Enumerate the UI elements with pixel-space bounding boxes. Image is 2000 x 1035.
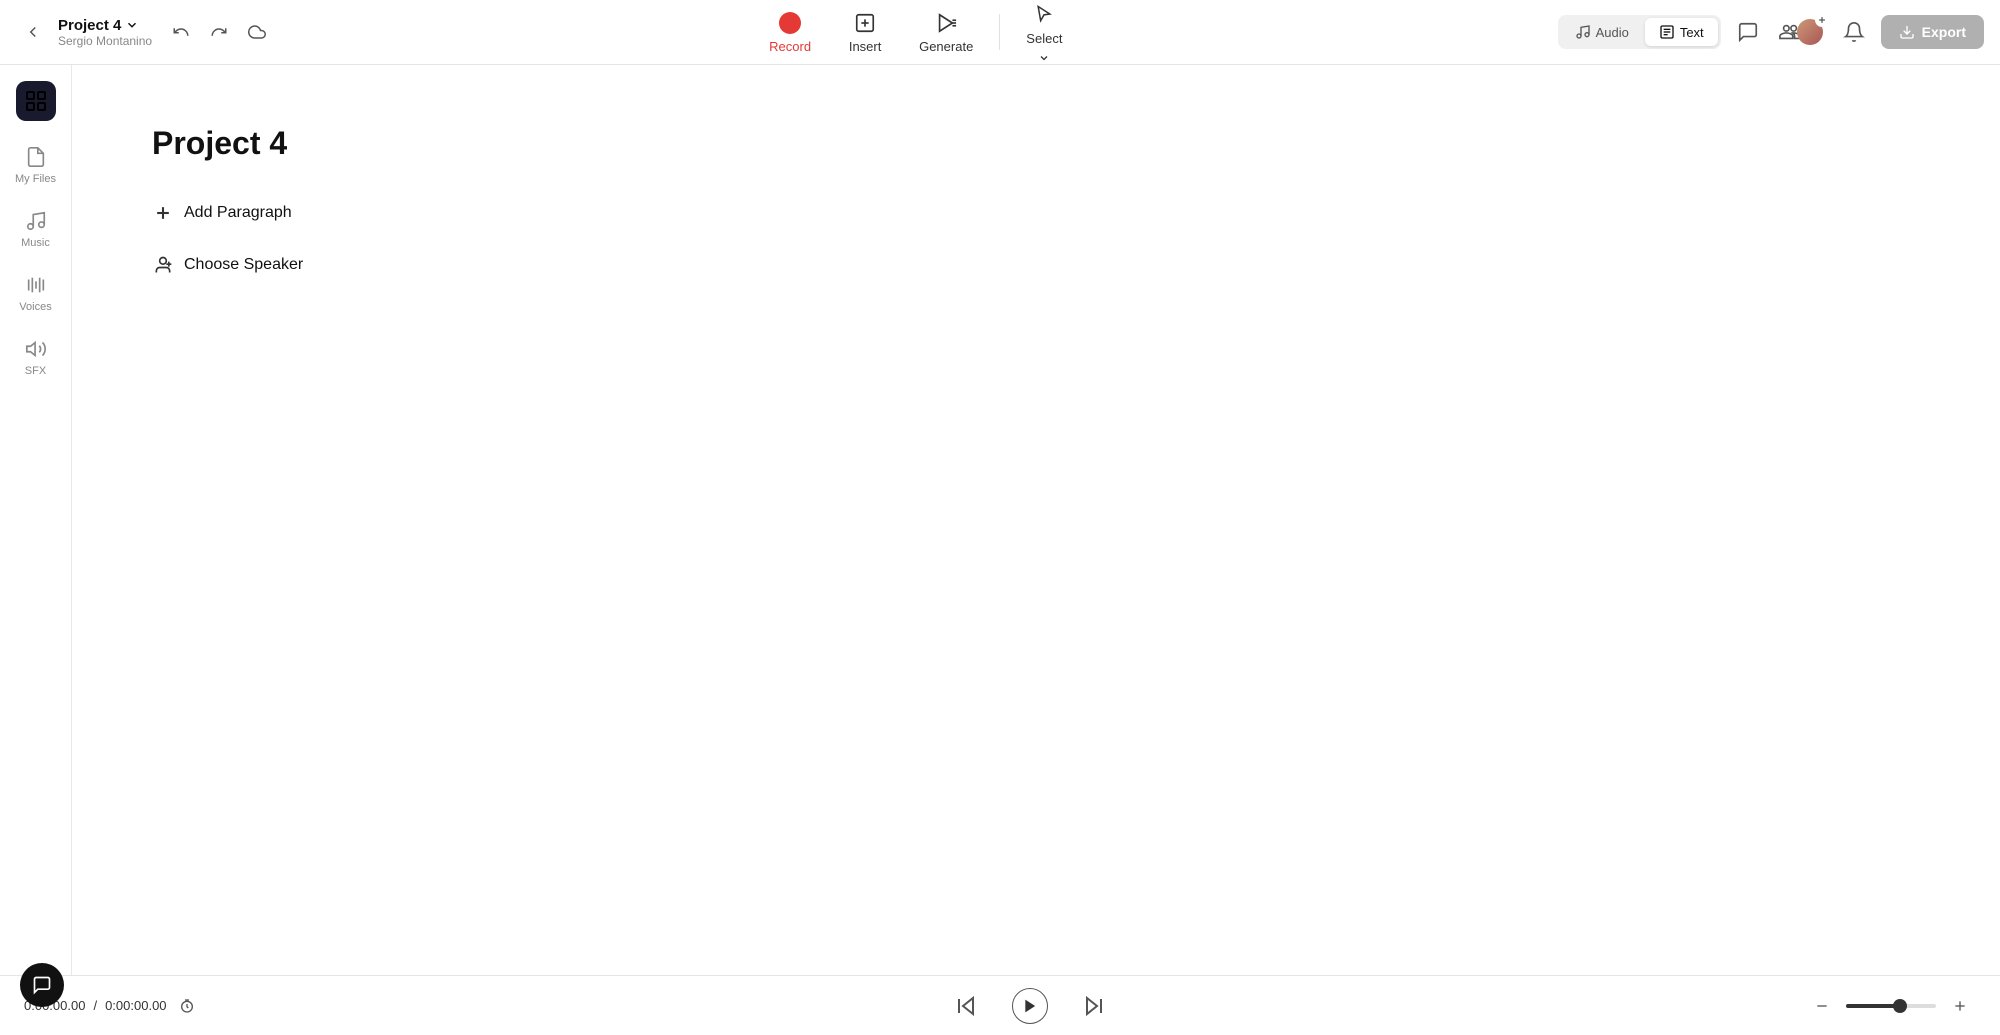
music-icon	[24, 209, 48, 233]
play-button[interactable]	[1012, 988, 1048, 1024]
total-time: 0:00:00.00	[105, 998, 166, 1013]
rewind-button[interactable]	[948, 988, 984, 1024]
content-area: Project 4 Add Paragraph Choose	[72, 65, 2000, 975]
record-dot	[779, 12, 801, 34]
header-right: Audio Text	[1558, 11, 1984, 53]
volume-minus-icon	[1814, 998, 1830, 1014]
select-button[interactable]: Select	[1012, 0, 1076, 70]
add-badge	[1815, 13, 1829, 27]
audio-mode-button[interactable]: Audio	[1561, 18, 1643, 46]
mode-toggle: Audio Text	[1558, 15, 1721, 49]
sidebar-item-sfx-label: SFX	[25, 365, 46, 377]
cloud-save-button[interactable]	[240, 15, 274, 49]
choose-speaker-action[interactable]: Choose Speaker	[152, 250, 1920, 280]
record-label: Record	[769, 39, 811, 54]
rewind-icon	[954, 994, 978, 1018]
audio-mode-label: Audio	[1596, 25, 1629, 40]
undo-icon	[172, 23, 190, 41]
insert-icon-wrap	[852, 10, 878, 36]
back-button[interactable]	[16, 15, 50, 49]
generate-button[interactable]: Generate	[905, 4, 987, 60]
volume-slider[interactable]	[1846, 1004, 1936, 1008]
plus-icon	[152, 202, 174, 224]
bell-icon	[1843, 21, 1865, 43]
header-center: Record Insert Generate	[286, 0, 1546, 70]
sidebar-item-music-label: Music	[21, 237, 50, 249]
record-button[interactable]: Record	[755, 4, 825, 60]
app-logo	[16, 81, 56, 121]
add-collaborator-button[interactable]	[1771, 11, 1831, 53]
playback-controls	[284, 988, 1776, 1024]
files-icon	[24, 145, 48, 169]
audio-icon	[1575, 24, 1591, 40]
timer-icon	[179, 998, 195, 1014]
project-subtitle: Sergio Montanino	[58, 34, 152, 48]
export-icon	[1899, 24, 1915, 40]
volume-controls	[1776, 990, 1976, 1022]
record-icon-wrap	[777, 10, 803, 36]
volume-slider-thumb	[1893, 999, 1907, 1013]
sidebar: My Files Music	[0, 65, 72, 975]
add-paragraph-label: Add Paragraph	[184, 204, 292, 222]
header-history	[164, 15, 274, 49]
volume-plus-icon	[1952, 998, 1968, 1014]
select-chevron-icon	[1038, 52, 1050, 64]
volume-plus-button[interactable]	[1944, 990, 1976, 1022]
toolbar-divider	[999, 14, 1000, 50]
content-project-title: Project 4	[152, 125, 1920, 162]
text-mode-button[interactable]: Text	[1645, 18, 1718, 46]
redo-button[interactable]	[202, 15, 236, 49]
time-separator: /	[93, 998, 97, 1013]
fast-forward-button[interactable]	[1076, 988, 1112, 1024]
sidebar-item-voices[interactable]: Voices	[7, 265, 65, 321]
generate-label: Generate	[919, 39, 973, 54]
time-display: 0:00:00.00 / 0:00:00.00	[24, 994, 284, 1018]
project-info: Project 4 Sergio Montanino	[58, 17, 152, 48]
select-icon	[1034, 4, 1054, 24]
header: Project 4 Sergio Montanino	[0, 0, 2000, 65]
insert-button[interactable]: Insert	[833, 4, 897, 60]
sidebar-item-voices-label: Voices	[19, 301, 51, 313]
insert-icon	[854, 12, 876, 34]
cloud-icon	[248, 23, 266, 41]
chevron-down-icon	[125, 18, 139, 32]
chat-icon	[32, 975, 52, 995]
generate-icon	[935, 12, 957, 34]
play-icon	[1023, 999, 1037, 1013]
timer-button[interactable]	[175, 994, 199, 1018]
person-add-icon	[152, 254, 174, 276]
sidebar-item-sfx[interactable]: SFX	[7, 329, 65, 385]
bottom-bar: 0:00:00.00 / 0:00:00.00	[0, 975, 2000, 1035]
notification-button[interactable]	[1835, 13, 1873, 51]
export-label: Export	[1922, 24, 1966, 40]
chat-button[interactable]	[20, 963, 64, 1007]
export-button[interactable]: Export	[1881, 15, 1984, 49]
header-left: Project 4 Sergio Montanino	[16, 15, 274, 49]
sfx-icon	[24, 337, 48, 361]
select-label: Select	[1026, 31, 1062, 46]
voices-icon	[24, 273, 48, 297]
header-icon-group	[1729, 11, 1873, 53]
project-title-row[interactable]: Project 4	[58, 17, 152, 34]
sidebar-item-music[interactable]: Music	[7, 201, 65, 257]
logo-icon	[24, 89, 48, 113]
add-paragraph-action[interactable]: Add Paragraph	[152, 198, 1920, 228]
sidebar-item-my-files-label: My Files	[15, 173, 56, 185]
comment-icon	[1737, 21, 1759, 43]
choose-speaker-label: Choose Speaker	[184, 256, 303, 274]
main-layout: My Files Music	[0, 65, 2000, 975]
project-title: Project 4	[58, 17, 121, 34]
sidebar-item-my-files[interactable]: My Files	[7, 137, 65, 193]
generate-icon-wrap	[933, 10, 959, 36]
comment-button[interactable]	[1729, 13, 1767, 51]
text-mode-label: Text	[1680, 25, 1704, 40]
fast-forward-icon	[1082, 994, 1106, 1018]
redo-icon	[210, 23, 228, 41]
volume-minus-button[interactable]	[1806, 990, 1838, 1022]
text-mode-icon	[1659, 24, 1675, 40]
undo-button[interactable]	[164, 15, 198, 49]
insert-label: Insert	[849, 39, 882, 54]
select-icon-wrap	[1031, 1, 1057, 27]
